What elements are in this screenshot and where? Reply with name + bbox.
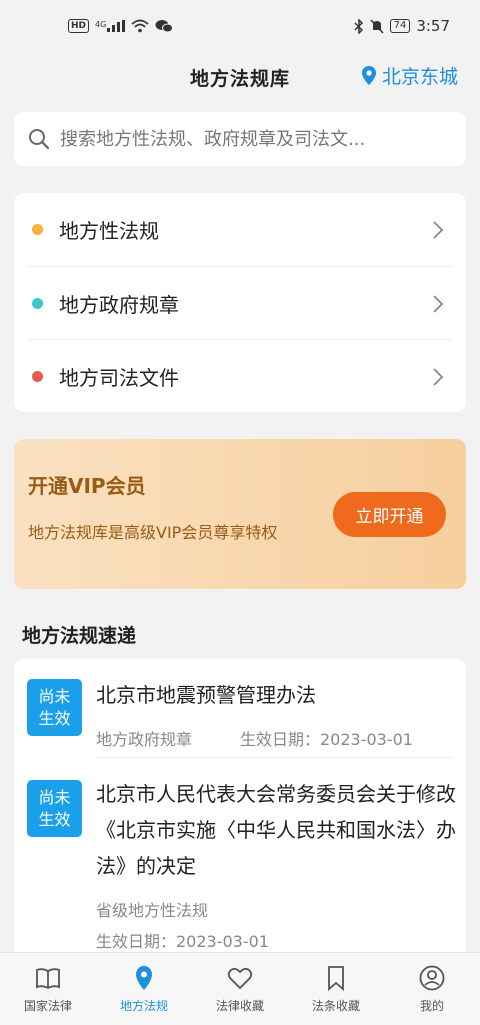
news-category: 省级地方性法规 <box>96 901 209 920</box>
location-label: 北京东城 <box>381 66 458 88</box>
category-label: 地方司法文件 <box>59 365 179 390</box>
vip-description: 地方法规库是高级VIP会员尊享特权 <box>28 523 278 542</box>
badge-line: 生效 <box>38 708 71 728</box>
news-title: 北京市人民代表大会常务委员会关于修改《北京市实施〈中华人民共和国水法〉办法》的决… <box>96 782 456 878</box>
nav-label: 地方法规 <box>119 999 168 1013</box>
location-pin-icon <box>361 66 376 85</box>
category-label: 地方政府规章 <box>59 292 179 317</box>
open-vip-button[interactable]: 立即开通 <box>333 492 446 537</box>
network-type: 4G <box>95 20 107 29</box>
tab-national-law[interactable]: 国家法律 <box>0 953 96 1025</box>
nav-label: 法律收藏 <box>215 999 264 1013</box>
category-judicial-documents[interactable]: 地方司法文件 <box>28 339 452 412</box>
section-title: 地方法规速递 <box>22 625 137 647</box>
chevron-right-icon <box>433 295 444 313</box>
bottom-nav: 国家法律 地方法规 法律收藏 法条收藏 我的 <box>0 952 480 1025</box>
chevron-right-icon <box>433 368 444 386</box>
battery-icon: 74 <box>389 19 411 33</box>
tab-article-favorites[interactable]: 法条收藏 <box>288 953 384 1025</box>
tab-local-regulations[interactable]: 地方法规 <box>96 953 192 1025</box>
news-category: 地方政府规章 <box>96 730 193 749</box>
tab-law-favorites[interactable]: 法律收藏 <box>192 953 288 1025</box>
search-input[interactable] <box>60 128 450 150</box>
news-effective-date: 生效日期：2023-03-01 <box>96 932 269 951</box>
bookmark-icon <box>328 966 344 991</box>
status-badge: 尚未 生效 <box>27 679 82 736</box>
heart-icon <box>227 967 253 990</box>
vip-banner[interactable]: 开通VIP会员 地方法规库是高级VIP会员尊享特权 立即开通 <box>14 439 466 589</box>
nav-label: 国家法律 <box>23 999 72 1013</box>
badge-line: 生效 <box>38 809 71 829</box>
news-list: 尚未 生效 北京市地震预警管理办法 地方政府规章 生效日期：2023-03-01… <box>14 659 466 959</box>
hd-indicator: HD <box>68 19 90 33</box>
status-bar: HD 4G 74 3:57 <box>0 0 480 52</box>
book-icon <box>36 968 60 990</box>
category-dot <box>32 297 43 309</box>
nav-label: 法条收藏 <box>311 999 360 1013</box>
user-icon <box>419 965 445 991</box>
wifi-icon <box>131 19 149 33</box>
search-bar[interactable] <box>14 112 466 166</box>
nav-label: 我的 <box>419 999 444 1013</box>
category-dot <box>32 224 43 235</box>
badge-line: 尚未 <box>38 686 71 706</box>
category-government-rules[interactable]: 地方政府规章 <box>28 266 452 339</box>
news-title: 北京市地震预警管理办法 <box>96 683 316 707</box>
badge-line: 尚未 <box>38 787 71 807</box>
vip-title: 开通VIP会员 <box>28 474 146 498</box>
search-icon <box>29 129 50 150</box>
tab-mine[interactable]: 我的 <box>384 953 480 1025</box>
category-dot <box>32 370 43 382</box>
list-item[interactable]: 尚未 生效 北京市人民代表大会常务委员会关于修改《北京市实施〈中华人民共和国水法… <box>14 758 466 958</box>
chevron-right-icon <box>433 221 444 239</box>
header: 地方法规库 北京东城 <box>0 52 480 102</box>
signal-icon: 4G <box>95 20 126 32</box>
mute-icon <box>370 18 384 34</box>
news-effective-date: 生效日期：2023-03-01 <box>240 730 413 749</box>
list-item[interactable]: 尚未 生效 北京市地震预警管理办法 地方政府规章 生效日期：2023-03-01 <box>14 659 466 758</box>
category-label: 地方性法规 <box>59 219 159 243</box>
category-local-regulations[interactable]: 地方性法规 <box>28 193 452 266</box>
location-pin-icon <box>136 966 152 990</box>
status-badge: 尚未 生效 <box>27 780 82 837</box>
clock: 3:57 <box>416 17 450 35</box>
wechat-icon <box>155 20 174 33</box>
category-list: 地方性法规 地方政府规章 地方司法文件 <box>14 193 466 412</box>
location-selector[interactable]: 北京东城 <box>361 62 458 89</box>
bluetooth-icon <box>354 18 363 34</box>
